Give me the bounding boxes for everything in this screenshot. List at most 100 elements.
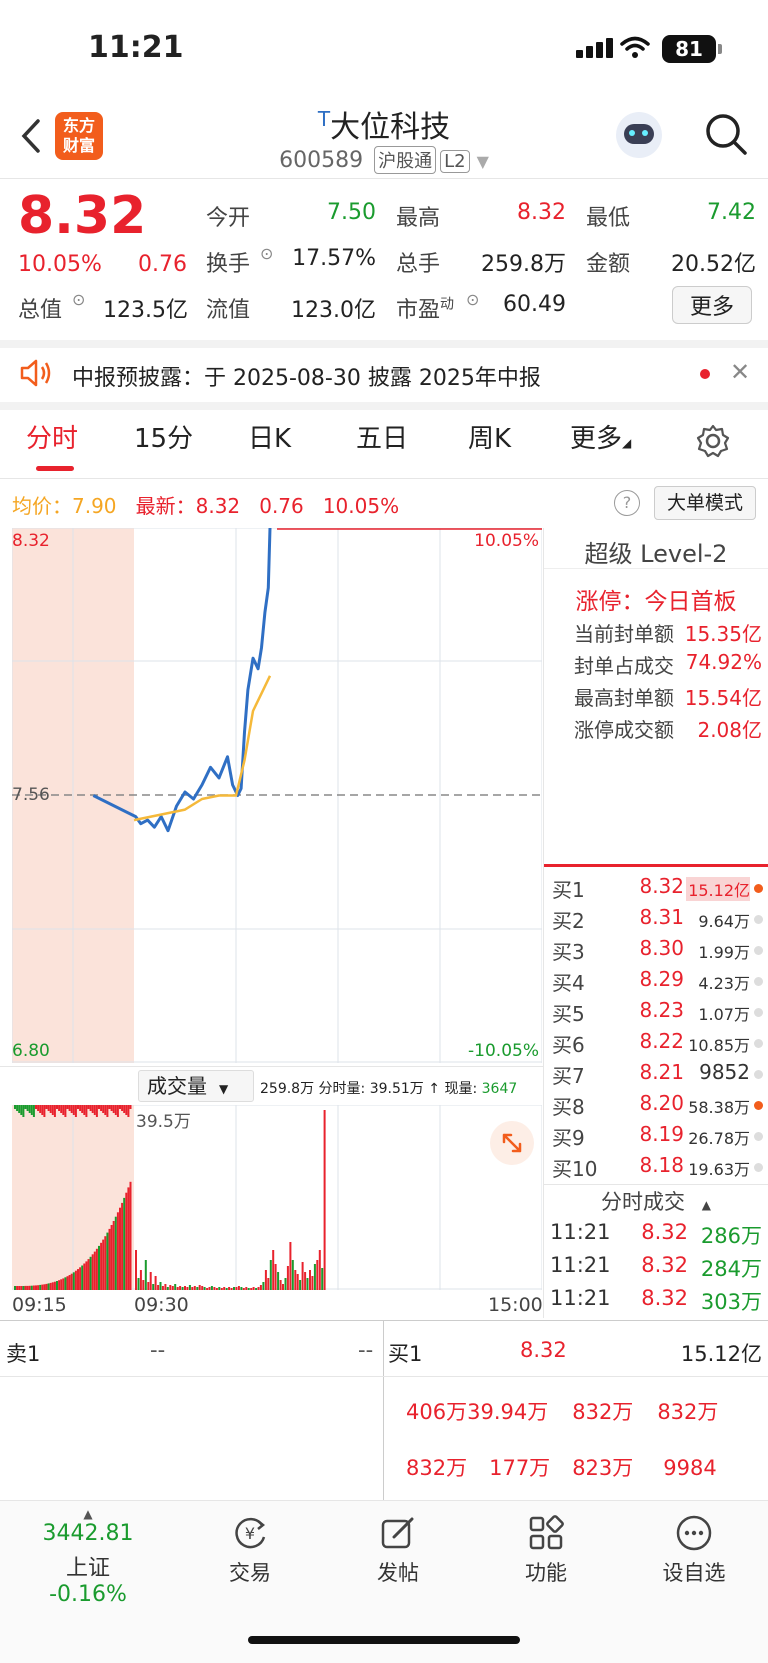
y-mid-label: 7.56 [12, 785, 50, 805]
more-button[interactable]: 更多 [672, 286, 752, 324]
auction-volume-bar [51, 1282, 54, 1290]
tag-hgt: 沪股通 [374, 146, 437, 174]
big-order-mode-button[interactable]: 大单模式 [654, 486, 756, 520]
volume-bar [203, 1287, 206, 1290]
speaker-icon [20, 359, 51, 387]
auction-volume-bar [68, 1275, 71, 1290]
status-time: 11:21 [88, 30, 184, 65]
auction-volume-bar [72, 1272, 75, 1290]
orderbook-row[interactable]: 买4 8.29 4.23万 [544, 967, 768, 997]
tab-five-day[interactable]: 五日 [356, 418, 408, 455]
orderbook-row[interactable]: 买5 8.23 1.07万 [544, 998, 768, 1028]
close-icon[interactable]: ✕ [730, 358, 750, 386]
index-name: 上证 [65, 1556, 110, 1581]
low-value: 7.42 [707, 200, 756, 225]
orderbook-row[interactable]: 买3 8.30 1.99万 [544, 936, 768, 966]
expand-icon[interactable] [490, 1121, 534, 1165]
nav-trade[interactable]: ¥ 交易 [200, 1513, 300, 1587]
auction-volume-bar [64, 1277, 67, 1290]
auction-top-bar [26, 1105, 29, 1111]
orderbook-row[interactable]: 买9 8.19 26.78万 [544, 1122, 768, 1152]
volume-bar [245, 1287, 248, 1290]
auction-volume-bar [95, 1248, 98, 1290]
orderbook-row[interactable]: 买7 8.21 9852 [544, 1060, 768, 1090]
auction-volume-bar [81, 1265, 84, 1290]
seal-ratio-label: 封单占成交 [574, 654, 674, 678]
info-icon[interactable]: ⊙ [466, 290, 479, 309]
volume-bar [321, 1268, 324, 1290]
volume-bar [188, 1285, 191, 1290]
volume-bar [289, 1242, 292, 1290]
level2-title[interactable]: 超级 Level-2 [544, 534, 768, 569]
auction-top-bar [14, 1105, 16, 1109]
auction-volume-bar [98, 1245, 100, 1290]
volume-bar [318, 1250, 321, 1290]
auction-top-bar [74, 1105, 77, 1117]
auction-top-bar [93, 1105, 96, 1115]
status-dot [754, 946, 763, 955]
change-amount: 0.76 [138, 252, 187, 277]
volume-bar [301, 1262, 304, 1290]
orderbook-row[interactable]: 买8 8.20 58.38万 [544, 1091, 768, 1121]
volume-bar [304, 1272, 307, 1290]
home-indicator[interactable] [248, 1636, 520, 1644]
info-icon[interactable]: ⊙ [260, 244, 273, 263]
volume-selector[interactable]: 成交量 ▼ [138, 1070, 254, 1102]
turnover-label: 换手 [206, 252, 251, 277]
auction-top-bar [85, 1105, 88, 1117]
auction-top-bar [129, 1105, 132, 1109]
volume-label: 总手 [396, 252, 441, 277]
orderbook-price: 8.19 [639, 1122, 684, 1146]
open-label: 今开 [206, 206, 251, 231]
auction-volume-bar [119, 1207, 121, 1290]
auction-top-bar [119, 1105, 121, 1109]
notice-text[interactable]: 中报预披露：于 2025-08-30 披露 2025年中报 [72, 360, 541, 392]
nav-post[interactable]: 发帖 [348, 1513, 448, 1587]
limit-turnover-label: 涨停成交额 [574, 718, 674, 742]
volume-bar [142, 1280, 145, 1290]
volume-bar [316, 1260, 319, 1290]
nav-watchlist[interactable]: 设自选 [644, 1513, 744, 1587]
auction-volume-bar [58, 1280, 61, 1290]
volume-period-label: 分时量: [318, 1081, 366, 1097]
volume-chart[interactable]: 39.5万 [12, 1105, 542, 1290]
tab-15min[interactable]: 15分 [134, 418, 193, 455]
auction-volume-bar [89, 1256, 92, 1290]
stock-name: 大位科技 [330, 110, 451, 145]
tab-intraday[interactable]: 分时 [26, 418, 78, 455]
orderbook-price: 8.31 [639, 905, 684, 929]
high-label: 最高 [396, 206, 441, 231]
search-icon[interactable] [704, 112, 748, 156]
volume-bar [294, 1270, 297, 1290]
help-icon[interactable]: ? [614, 490, 640, 516]
intraday-price-chart[interactable]: 8.32 7.56 6.80 10.05% -10.05% [12, 528, 542, 1063]
assistant-avatar[interactable] [616, 112, 662, 158]
trades-header[interactable]: 分时成交 ▲ [544, 1186, 768, 1216]
info-icon[interactable]: ⊙ [72, 290, 85, 309]
auction-volume-bar [85, 1261, 88, 1290]
orderbook: 买1 8.32 15.12亿 买2 8.31 9.64万 买3 8.30 1.99万 买4 8.29… [544, 874, 768, 1184]
seal-amount-value: 15.35亿 [684, 622, 762, 646]
index-value: 3442.81 [42, 1521, 134, 1546]
volume-bar [323, 1110, 326, 1290]
settings-gear-icon[interactable] [696, 424, 730, 458]
buy1-label: 买1 [388, 1342, 423, 1366]
tab-more-label: 更多 [570, 424, 623, 454]
volume-bar [198, 1285, 201, 1290]
orderbook-row[interactable]: 买6 8.22 10.85万 [544, 1029, 768, 1059]
tab-daily-k[interactable]: 日K [248, 418, 291, 455]
auction-top-bar [89, 1105, 92, 1111]
tab-more[interactable]: 更多◢ [570, 418, 631, 455]
volume-now-label: 现量: [444, 1081, 478, 1097]
auction-top-bar [64, 1105, 67, 1117]
auction-top-bar [77, 1105, 79, 1109]
volume-bar [201, 1286, 204, 1290]
auction-volume-bar [77, 1269, 79, 1290]
orderbook-row[interactable]: 买10 8.18 19.63万 [544, 1153, 768, 1183]
tab-weekly-k[interactable]: 周K [468, 418, 511, 455]
orderbook-row[interactable]: 买2 8.31 9.64万 [544, 905, 768, 935]
orderbook-row[interactable]: 买1 8.32 15.12亿 [544, 874, 768, 904]
nav-functions[interactable]: 功能 [496, 1513, 596, 1587]
auction-volume-bar [18, 1286, 21, 1290]
index-ticker[interactable]: ▲ 3442.81 上证 -0.16% [28, 1507, 148, 1607]
